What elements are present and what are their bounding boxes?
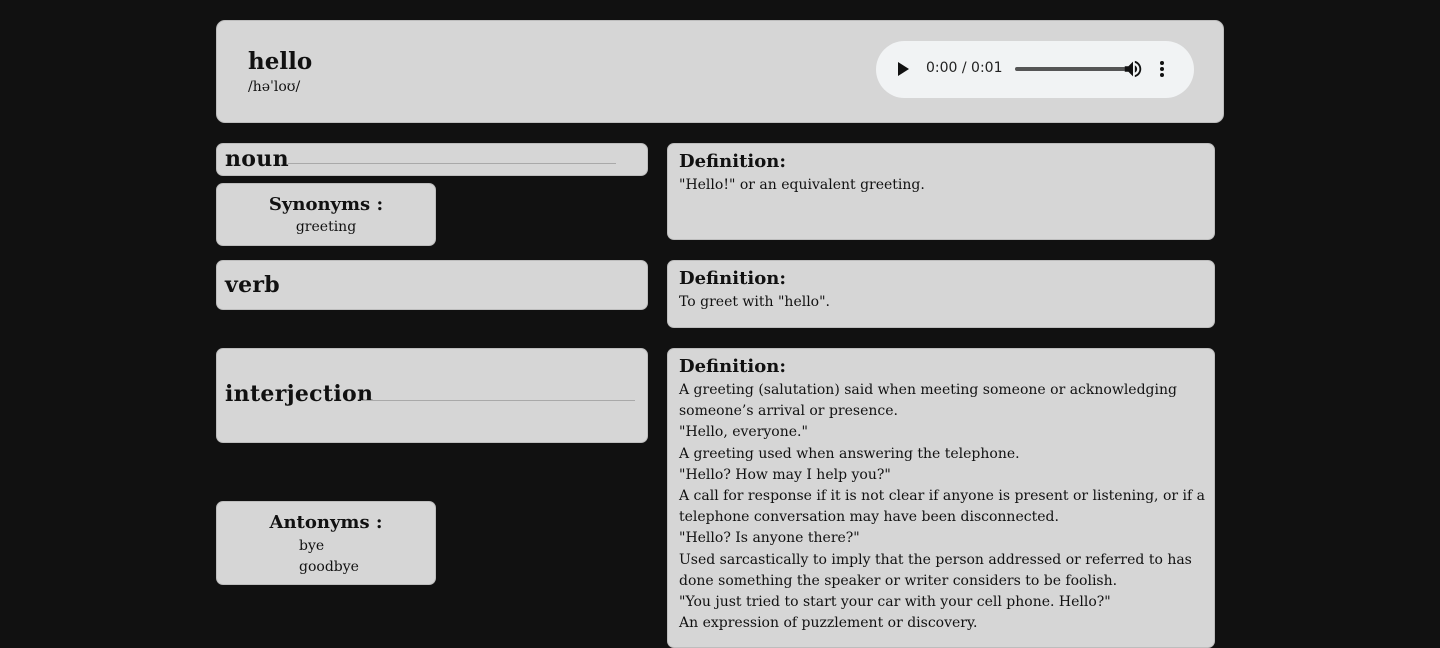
pos-heading-verb: verb [216,260,648,310]
divider [288,163,616,164]
antonym-item: goodbye [299,559,359,575]
definition-list: To greet with "hello". [679,292,1206,313]
volume-icon[interactable] [1122,58,1144,84]
audio-player[interactable]: 0:00 / 0:01 [876,41,1194,98]
definition-line: An expression of puzzlement or discovery… [679,615,978,632]
audio-progress-slider[interactable] [1015,67,1126,71]
synonyms-box: Synonyms : greeting [216,183,436,246]
word-header: hello /həˈloʊ/ 0:00 / 0:01 [216,20,1224,123]
synonym-item: greeting [295,219,357,235]
pos-title: interjection [225,381,374,407]
synonyms-list: greeting [217,219,435,235]
definition-line: "Hello!" or an equivalent greeting. [679,177,925,193]
pos-heading-interjection: interjection [216,348,648,443]
definition-list: A greeting (salutation) said when meetin… [679,380,1206,634]
definition-box-noun: Definition: "Hello!" or an equivalent gr… [667,143,1215,240]
example-line: "Hello? Is anyone there?" [679,530,860,547]
definition-line: To greet with "hello". [679,294,830,310]
pos-title: noun [225,146,289,172]
definition-label: Definition: [679,151,786,172]
definition-label: Definition: [679,356,786,377]
definition-line: A greeting used when answering the telep… [679,445,1020,462]
example-line: "Hello? How may I help you?" [679,466,891,483]
example-line: "Hello, everyone." [679,424,808,441]
play-icon[interactable] [896,60,910,82]
definition-box-verb: Definition: To greet with "hello". [667,260,1215,328]
example-line: "You just tried to start your car with y… [679,594,1111,611]
definition-box-interjection: Definition: A greeting (salutation) said… [667,348,1215,648]
pos-heading-noun: noun [216,143,648,176]
antonyms-label: Antonyms : [269,512,383,533]
antonym-item: bye [299,538,325,554]
definition-line: A call for response if it is not clear i… [679,488,1205,526]
antonyms-box: Antonyms : bye goodbye [216,501,436,585]
antonyms-list: bye goodbye [299,536,359,578]
divider [361,400,635,401]
definition-line: Used sarcastically to imply that the per… [679,551,1192,589]
more-options-icon[interactable] [1159,59,1165,83]
definition-label: Definition: [679,268,786,289]
word-title: hello [248,48,313,75]
definition-line: A greeting (salutation) said when meetin… [679,382,1177,420]
audio-time: 0:00 / 0:01 [926,60,1003,76]
synonyms-label: Synonyms : [268,194,384,215]
pos-title: verb [225,272,280,298]
phonetic-text: /həˈloʊ/ [248,79,301,95]
definition-list: "Hello!" or an equivalent greeting. [679,175,1206,196]
